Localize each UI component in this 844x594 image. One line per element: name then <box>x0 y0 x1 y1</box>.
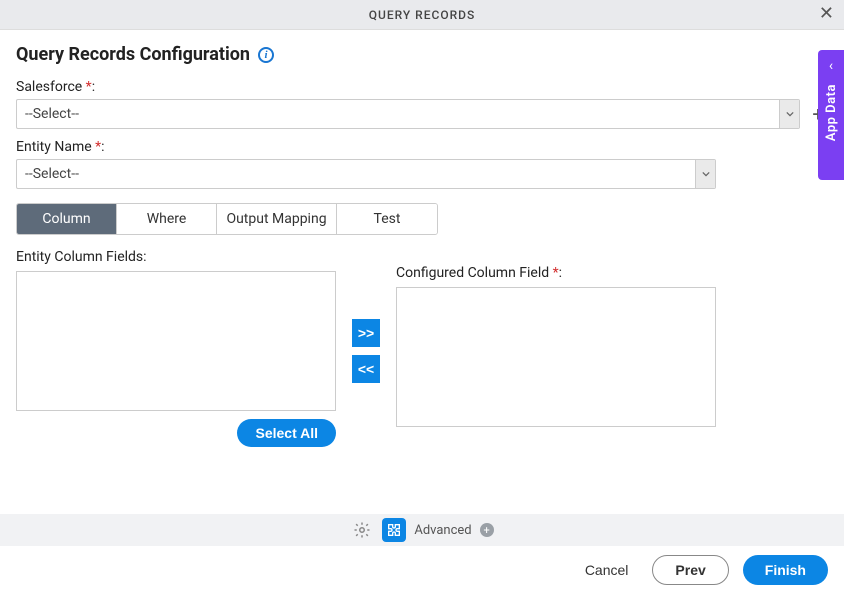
salesforce-label: Salesforce *: <box>16 79 828 95</box>
content-area: Query Records Configuration i Salesforce… <box>0 30 844 447</box>
entity-label-text: Entity Name <box>16 139 95 155</box>
label-colon: : <box>559 265 562 281</box>
salesforce-field: Salesforce *: --Select-- + <box>16 79 828 129</box>
configured-columns-label: Configured Column Field *: <box>396 265 716 281</box>
configured-columns-list[interactable] <box>396 287 716 427</box>
tab-output-mapping[interactable]: Output Mapping <box>217 204 337 234</box>
entity-columns-label: Entity Column Fields: <box>16 249 336 265</box>
chevron-left-icon: ‹ <box>829 58 833 74</box>
tab-column[interactable]: Column <box>17 204 117 234</box>
entity-field: Entity Name *: --Select-- <box>16 139 828 189</box>
advanced-label: Advanced <box>414 523 471 538</box>
configured-label-text: Configured Column Field <box>396 265 553 281</box>
advanced-bar: Advanced + <box>0 514 844 546</box>
footer-bar: Cancel Prev Finish <box>0 546 844 594</box>
entity-columns-list[interactable] <box>16 271 336 411</box>
salesforce-label-text: Salesforce <box>16 79 86 95</box>
advanced-expand-icon[interactable]: + <box>480 523 494 537</box>
label-colon: : <box>92 79 95 95</box>
entity-select-value: --Select-- <box>17 166 87 182</box>
close-icon[interactable]: ✕ <box>819 5 834 23</box>
prev-button[interactable]: Prev <box>652 555 728 585</box>
modal-title: QUERY RECORDS <box>369 8 476 22</box>
chevron-down-icon <box>779 100 799 128</box>
page-title-row: Query Records Configuration i <box>16 44 828 65</box>
entity-select[interactable]: --Select-- <box>16 159 716 189</box>
move-left-button[interactable]: << <box>352 355 380 383</box>
transfer-buttons: >> << <box>352 319 380 383</box>
modal-header: QUERY RECORDS ✕ <box>0 0 844 30</box>
tab-bar: Column Where Output Mapping Test <box>16 203 438 235</box>
gear-icon[interactable] <box>350 518 374 542</box>
select-all-button[interactable]: Select All <box>237 419 336 447</box>
salesforce-select[interactable]: --Select-- <box>16 99 800 129</box>
finish-button[interactable]: Finish <box>743 555 828 585</box>
cancel-button[interactable]: Cancel <box>575 556 639 584</box>
salesforce-select-row: --Select-- + <box>16 99 828 129</box>
app-data-label: App Data <box>824 84 839 141</box>
page-title: Query Records Configuration <box>16 44 250 65</box>
entity-columns-section: Entity Column Fields: Select All <box>16 249 336 447</box>
tab-where[interactable]: Where <box>117 204 217 234</box>
entity-select-row: --Select-- <box>16 159 828 189</box>
puzzle-icon[interactable] <box>382 518 406 542</box>
chevron-down-icon <box>695 160 715 188</box>
columns-panel: Entity Column Fields: Select All >> << C… <box>16 249 828 447</box>
salesforce-select-value: --Select-- <box>17 106 87 122</box>
label-colon: : <box>101 139 104 155</box>
tab-test[interactable]: Test <box>337 204 437 234</box>
info-icon[interactable]: i <box>258 47 274 63</box>
entity-label: Entity Name *: <box>16 139 828 155</box>
app-data-panel-toggle[interactable]: ‹ App Data <box>818 50 844 180</box>
configured-columns-section: Configured Column Field *: <box>396 265 716 427</box>
move-right-button[interactable]: >> <box>352 319 380 347</box>
